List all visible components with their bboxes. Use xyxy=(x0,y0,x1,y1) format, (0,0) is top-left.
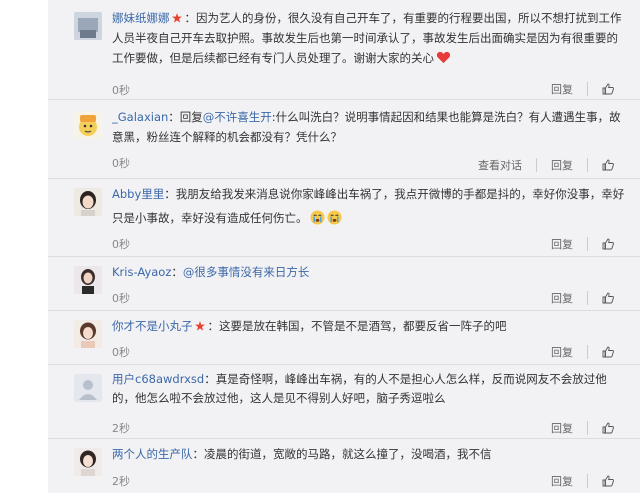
comment-username[interactable]: 娜妹纸娜娜 xyxy=(112,11,170,25)
comment-time: 0秒 xyxy=(112,84,130,97)
thumbs-up-icon[interactable] xyxy=(602,238,614,250)
comment-username[interactable]: 用户c68awdrxsd xyxy=(112,372,204,386)
reply-button[interactable]: 回复 xyxy=(551,81,573,97)
reply-button[interactable]: 回复 xyxy=(551,290,573,306)
comment-time: 0秒 xyxy=(112,346,130,359)
avatar[interactable] xyxy=(74,188,102,216)
reply-button[interactable]: 回复 xyxy=(551,236,573,252)
comment-separator: ： xyxy=(184,11,197,25)
crying-face-icon xyxy=(309,210,325,225)
reply-button[interactable]: 回复 xyxy=(551,157,573,173)
thumbs-up-icon[interactable] xyxy=(602,292,614,304)
star-badge-icon xyxy=(194,321,205,331)
comment-text: 这要是放在韩国，不管是不是酒驾，都要反省一阵子的吧 xyxy=(219,319,507,333)
divider xyxy=(587,82,588,96)
comment-separator: ： xyxy=(171,265,183,279)
comment-list: 娜妹纸娜娜 ：因为艺人的身份，很久没有自己开车了，有重要的行程要出国，所以不想打扰… xyxy=(48,0,640,493)
avatar[interactable] xyxy=(74,374,102,402)
comment-username[interactable]: _Galaxian xyxy=(112,110,168,124)
avatar[interactable] xyxy=(74,111,102,139)
thumbs-up-icon[interactable] xyxy=(602,83,614,95)
view-conversation-button[interactable]: 查看对话 xyxy=(478,157,522,173)
comment-text: 我朋友给我发来消息说你家峰峰出车祸了，我点开微博的手都是抖的，幸好你没事，幸好只… xyxy=(112,187,625,225)
comment-separator: ： xyxy=(204,372,216,386)
comment-item: 你才不是小丸子 ：这要是放在韩国，不管是不是酒驾，都要反省一阵子的吧 0秒 回复 xyxy=(48,310,640,365)
divider xyxy=(587,158,588,172)
mention-link[interactable]: @不许喜生开 xyxy=(203,110,272,124)
comment-time: 2秒 xyxy=(112,422,130,435)
comment-username[interactable]: Kris-Ayaoz xyxy=(112,265,171,279)
thumbs-up-icon[interactable] xyxy=(602,422,614,434)
comment-separator: ：回复 xyxy=(168,110,203,124)
comment-separator: ： xyxy=(192,447,205,461)
heart-emoji-icon xyxy=(436,51,451,64)
reply-button[interactable]: 回复 xyxy=(551,344,573,360)
avatar[interactable] xyxy=(74,266,102,294)
divider xyxy=(587,345,588,359)
comment-username[interactable]: 两个人的生产队 xyxy=(112,447,193,461)
avatar[interactable] xyxy=(74,448,102,476)
thumbs-up-icon[interactable] xyxy=(602,346,614,358)
thumbs-up-icon[interactable] xyxy=(602,475,614,487)
comment-item: 两个人的生产队：凌晨的街道，宽敞的马路，就这么撞了，没喝酒，我不信 2秒 回复 xyxy=(48,438,640,493)
divider xyxy=(536,158,537,172)
comment-time: 2秒 xyxy=(112,475,130,488)
thumbs-up-icon[interactable] xyxy=(602,159,614,171)
crying-face-icon xyxy=(326,210,342,225)
comment-separator: ： xyxy=(164,187,176,201)
comment-separator: ： xyxy=(207,319,220,333)
comment-time: 0秒 xyxy=(112,238,130,251)
comment-username[interactable]: Abby里里 xyxy=(112,187,164,201)
comment-item: Abby里里：我朋友给我发来消息说你家峰峰出车祸了，我点开微博的手都是抖的，幸好… xyxy=(48,178,640,257)
divider xyxy=(587,237,588,251)
comment-item: _Galaxian：回复@不许喜生开:什么叫洗白？说明事情起因和结果也能算是洗白… xyxy=(48,99,640,179)
mention-link[interactable]: @很多事情没有来日方长 xyxy=(183,265,310,279)
star-badge-icon xyxy=(171,13,182,23)
comment-item: Kris-Ayaoz：@很多事情没有来日方长 0秒 回复 xyxy=(48,256,640,311)
comment-text: 凌晨的街道，宽敞的马路，就这么撞了，没喝酒，我不信 xyxy=(204,447,492,461)
comment-item: 娜妹纸娜娜 ：因为艺人的身份，很久没有自己开车了，有重要的行程要出国，所以不想打扰… xyxy=(48,0,640,100)
divider xyxy=(587,421,588,435)
comment-item: 用户c68awdrxsd：真是奇怪啊，峰峰出车祸，有的人不是担心人怎么样，反而说… xyxy=(48,364,640,439)
avatar[interactable] xyxy=(74,320,102,348)
avatar[interactable] xyxy=(74,12,102,40)
reply-button[interactable]: 回复 xyxy=(551,473,573,489)
divider xyxy=(587,291,588,305)
comment-time: 0秒 xyxy=(112,157,130,170)
reply-button[interactable]: 回复 xyxy=(551,420,573,436)
divider xyxy=(587,474,588,488)
comment-time: 0秒 xyxy=(112,292,130,305)
comment-username[interactable]: 你才不是小丸子 xyxy=(112,319,193,333)
